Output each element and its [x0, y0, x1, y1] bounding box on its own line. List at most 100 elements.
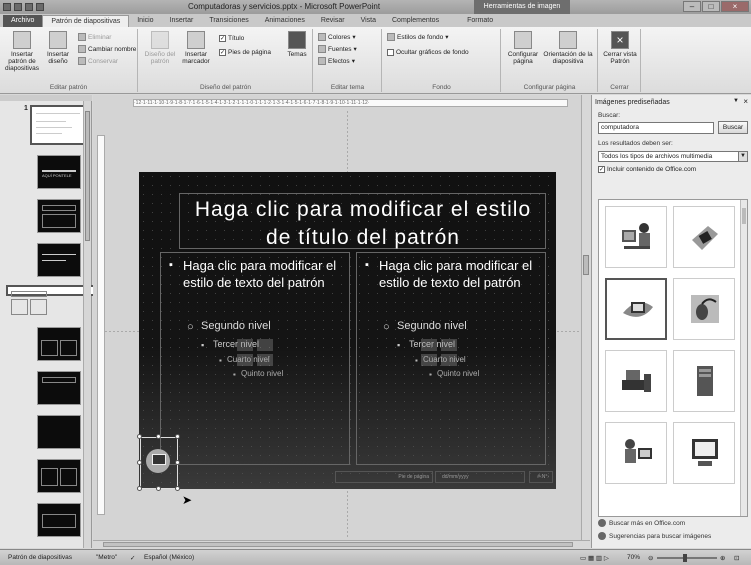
zoom-out-icon[interactable]: ⊖ [648, 554, 653, 562]
search-button[interactable]: Buscar [718, 121, 748, 134]
content-placeholder-left[interactable]: ▪ Haga clic para modificar el estilo de … [160, 252, 350, 465]
thumbnail-layout[interactable]: AQUÍ PONTELE [37, 155, 81, 189]
clipart-result[interactable] [673, 278, 735, 340]
efectos-button[interactable]: Efectos ▾ [318, 57, 355, 65]
thumbnail-layout[interactable] [37, 327, 81, 361]
thumbnails-scrollbar[interactable] [83, 101, 91, 548]
tab-archivo[interactable]: Archivo [3, 15, 43, 27]
date-placeholder[interactable]: dd/mm/yyyy [435, 471, 525, 483]
floppy-disk-clip [692, 226, 718, 250]
tab-vista[interactable]: Vista [353, 15, 384, 27]
diseno-patron-button[interactable]: Diseño del patrón [143, 31, 177, 65]
resize-handle[interactable] [137, 460, 142, 465]
view-buttons-icon[interactable]: ▭ ▦ ▥ ▷ [580, 554, 609, 562]
resize-handle[interactable] [156, 486, 161, 491]
slide-canvas[interactable]: Haga clic para modificar el estilo de tí… [139, 172, 556, 489]
results-type-select[interactable]: Todos los tipos de archivos multimedia ▼ [598, 151, 748, 162]
search-tips-link[interactable]: Sugerencias para buscar imágenes [598, 532, 711, 540]
insertar-diseno-button[interactable]: Insertar diseño [44, 31, 72, 65]
resize-handle[interactable] [137, 434, 142, 439]
slide-number-placeholder[interactable]: #‹N°› [529, 471, 553, 483]
ocultar-graficos-checkbox[interactable]: Ocultar gráficos de fondo [387, 49, 469, 56]
tab-complementos[interactable]: Complementos [384, 15, 447, 27]
thumbnail-layout[interactable] [37, 371, 81, 405]
insertar-marcador-button[interactable]: Insertar marcador [179, 31, 213, 65]
selected-clipart-image[interactable] [137, 434, 180, 491]
resize-handle[interactable] [137, 486, 142, 491]
tab-transiciones[interactable]: Transiciones [201, 15, 256, 27]
pies-de-pagina-checkbox[interactable]: ✓ Pies de página [219, 49, 271, 56]
eliminar-button[interactable]: Eliminar [78, 33, 111, 41]
redo-icon[interactable] [36, 3, 44, 11]
footer-placeholder[interactable]: Pie de página [335, 471, 433, 483]
status-zoom[interactable]: 70% [627, 554, 640, 561]
cerrar-vista-patron-button[interactable]: × Cerrar vista Patrón [603, 31, 637, 65]
clipart-result[interactable] [673, 350, 735, 412]
temas-button[interactable]: Temas [285, 31, 309, 58]
tab-inicio[interactable]: Inicio [129, 15, 161, 27]
close-icon[interactable]: × [721, 1, 749, 12]
thumbnail-layout[interactable] [37, 243, 81, 277]
resize-handle[interactable] [156, 434, 161, 439]
resize-handle[interactable] [175, 460, 180, 465]
content-placeholder-icon[interactable] [421, 339, 461, 367]
thumbnail-layout[interactable] [37, 503, 81, 537]
search-input[interactable]: computadora [598, 122, 714, 134]
minimize-icon[interactable]: – [683, 1, 701, 12]
tab-insertar[interactable]: Insertar [162, 15, 202, 27]
powerpoint-icon[interactable] [3, 3, 11, 11]
content-placeholder-icon[interactable] [237, 339, 277, 367]
main-vertical-scrollbar[interactable] [581, 95, 590, 540]
pane-options-icon[interactable]: ▼ [733, 98, 739, 104]
zoom-slider[interactable] [657, 554, 717, 562]
pane-close-icon[interactable]: × [743, 97, 748, 106]
cambiar-nombre-button[interactable]: Cambiar nombre [78, 45, 136, 53]
mouse-cable-clip [691, 295, 719, 323]
resize-handle[interactable] [175, 486, 180, 491]
slide-number: 1 [24, 105, 28, 112]
titulo-checkbox[interactable]: ✓ Título [219, 35, 244, 42]
tab-formato[interactable]: Formato [459, 15, 501, 27]
thumbnail-layout[interactable] [37, 415, 81, 449]
group-editar-patron: Insertar patrón de diapositivas Insertar… [0, 29, 138, 92]
horizontal-ruler: ·12·1·11·1·10·1·9·1·8·1·7·1·6·1·5·1·4·1·… [133, 99, 568, 107]
maximize-icon[interactable]: □ [702, 1, 720, 12]
colores-button[interactable]: Colores ▾ [318, 33, 356, 41]
clipart-result-selected[interactable] [605, 278, 667, 340]
clipart-results [598, 199, 748, 517]
thumbnail-master[interactable] [30, 105, 86, 145]
tab-revisar[interactable]: Revisar [313, 15, 353, 27]
save-icon[interactable] [14, 3, 22, 11]
include-office-checkbox[interactable]: ✓ Incluir contenido de Office.com [598, 166, 696, 173]
tab-animaciones[interactable]: Animaciones [257, 15, 313, 27]
fuentes-button[interactable]: Fuentes ▾ [318, 45, 357, 53]
insertar-patron-button[interactable]: Insertar patrón de diapositivas [2, 31, 42, 72]
estilos-fondo-button[interactable]: Estilos de fondo ▾ [387, 33, 449, 41]
zoom-in-icon[interactable]: ⊕ [720, 554, 725, 562]
conservar-button[interactable]: Conservar [78, 57, 118, 65]
resize-handle[interactable] [175, 434, 180, 439]
clipart-result[interactable] [605, 350, 667, 412]
main-horizontal-scrollbar[interactable] [93, 540, 590, 548]
chevron-down-icon[interactable]: ▼ [738, 152, 747, 161]
configurar-pagina-button[interactable]: Configurar página [506, 31, 540, 65]
tab-patron-diapositivas[interactable]: Patrón de diapositivas [42, 15, 130, 27]
orientacion-button[interactable]: Orientación de la diapositiva [542, 31, 594, 65]
status-language[interactable]: Español (México) [144, 554, 194, 561]
clipart-result[interactable] [673, 206, 735, 268]
thumbnail-layout[interactable] [37, 459, 81, 493]
undo-icon[interactable] [25, 3, 33, 11]
results-scrollbar[interactable] [740, 200, 747, 516]
thumbnail-layout[interactable] [37, 199, 81, 233]
content-placeholder-right[interactable]: ▪ Haga clic para modificar el estilo de … [356, 252, 546, 465]
spellcheck-icon[interactable]: ✓ [130, 554, 135, 562]
group-label: Fondo [432, 84, 451, 91]
clipart-result[interactable] [605, 206, 667, 268]
group-label: Diseño del patrón [200, 84, 251, 91]
page-setup-icon [514, 31, 532, 49]
fit-to-window-icon[interactable]: ⊡ [734, 554, 739, 562]
office-globe-icon [598, 519, 606, 527]
search-office-link[interactable]: Buscar más en Office.com [598, 519, 685, 527]
clipart-result[interactable] [673, 422, 735, 484]
clipart-result[interactable] [605, 422, 667, 484]
